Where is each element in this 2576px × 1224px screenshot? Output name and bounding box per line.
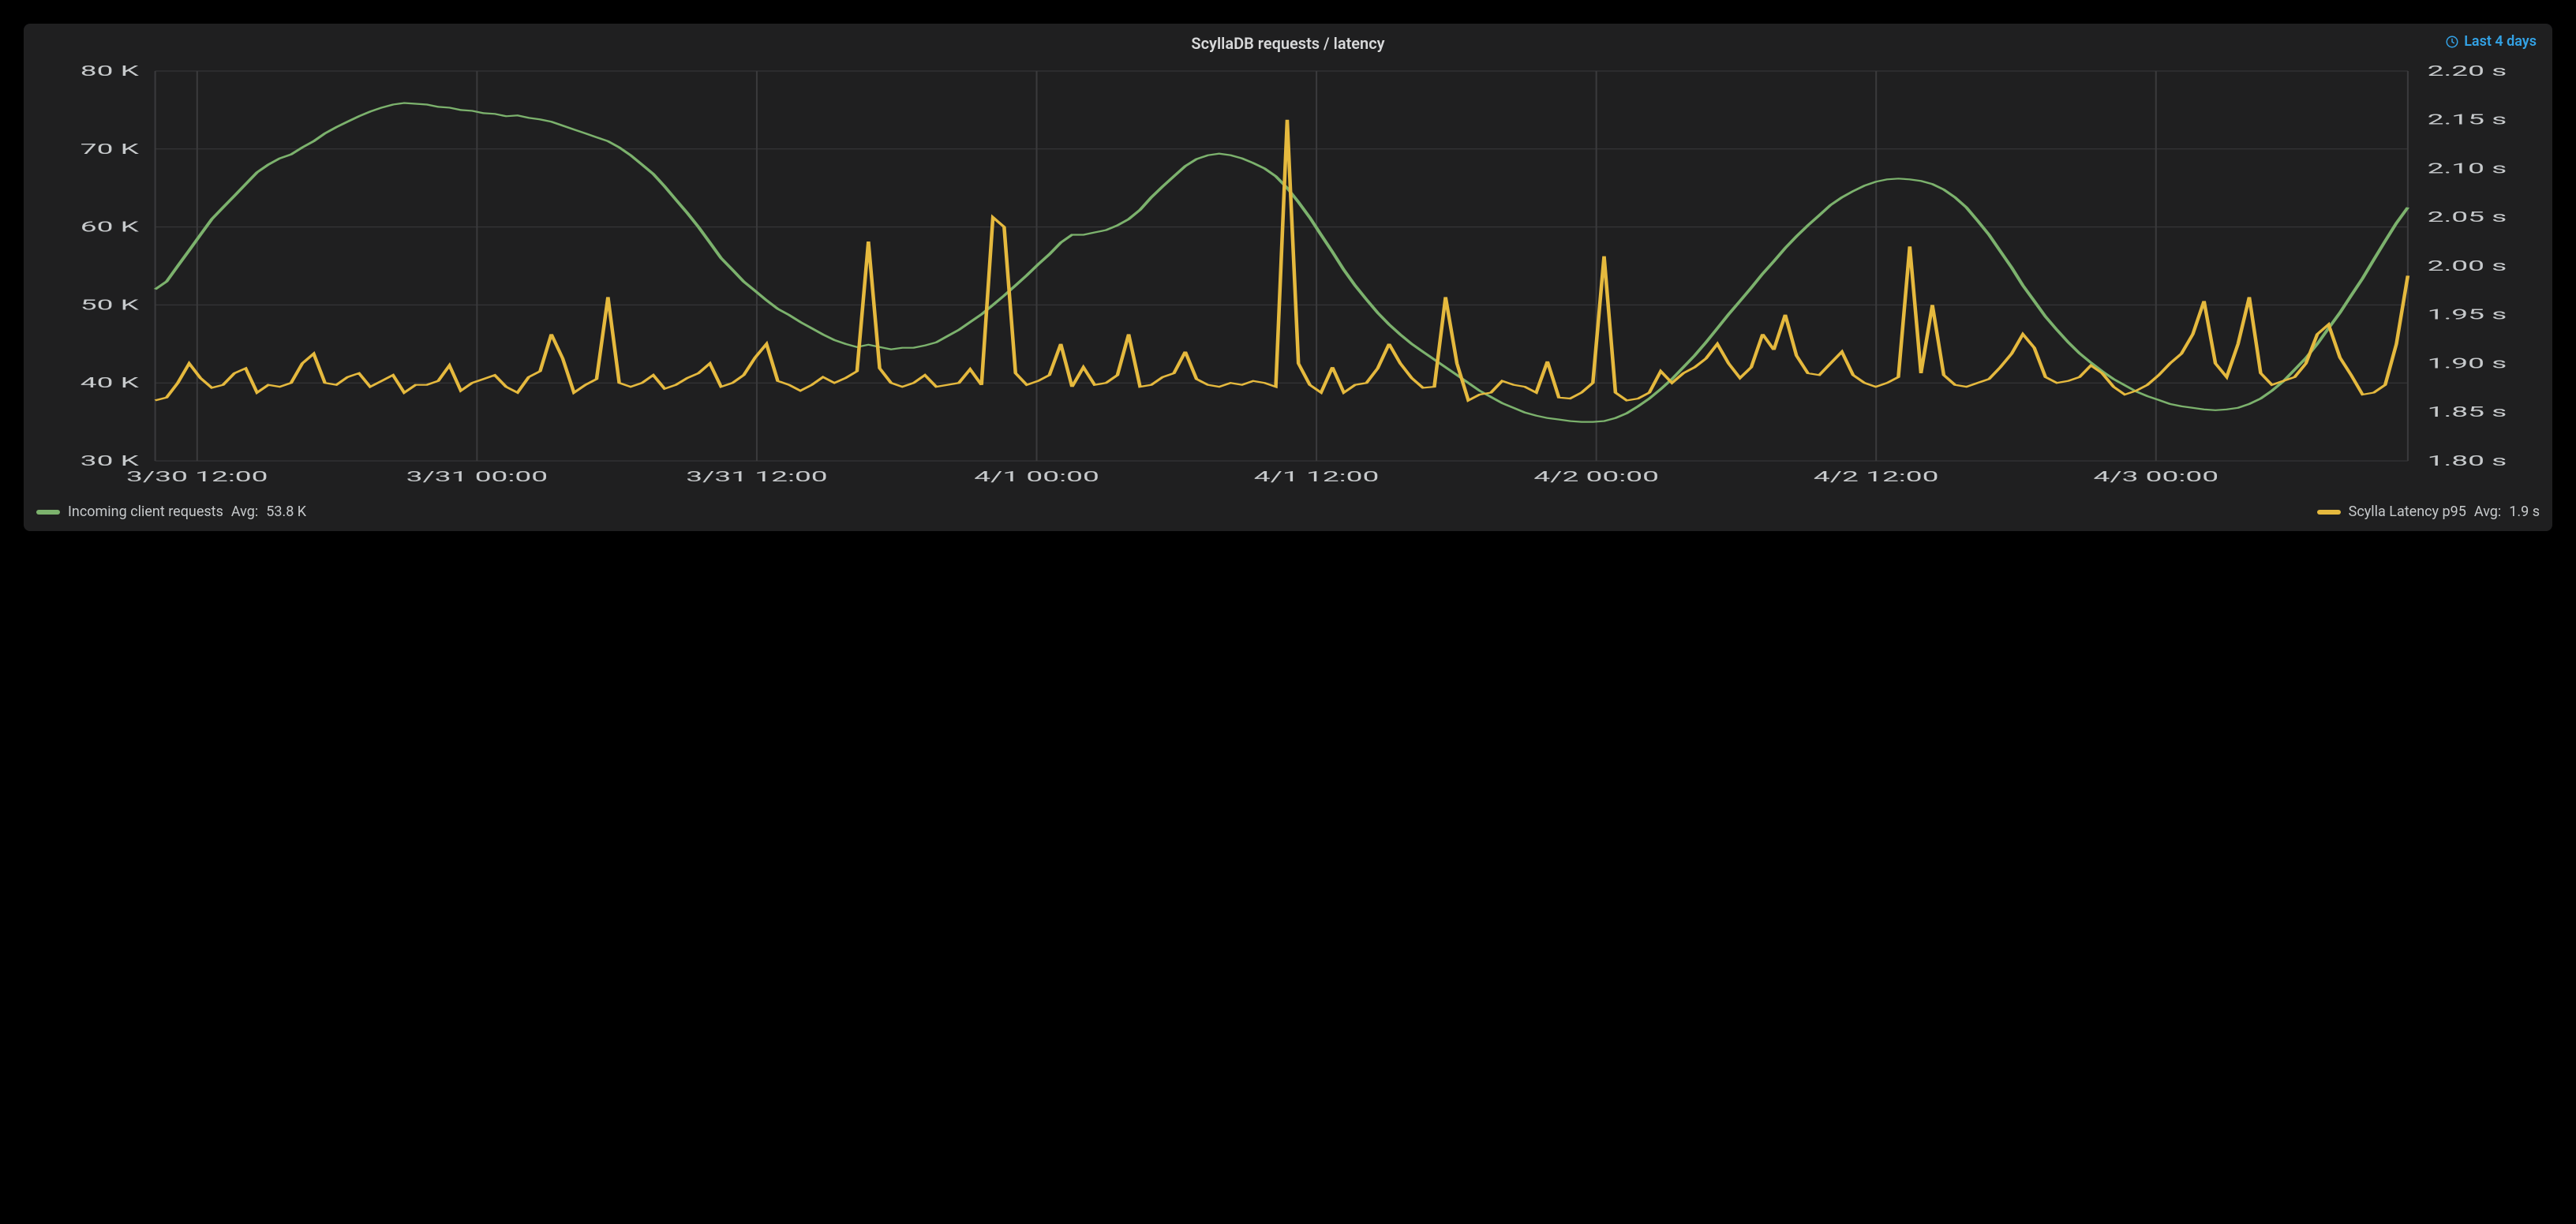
legend-agg-value-latency: 1.9 s	[2509, 503, 2540, 520]
legend-agg-label-latency: Avg:	[2474, 503, 2501, 520]
svg-text:3/30 12:00: 3/30 12:00	[126, 469, 268, 485]
legend-swatch-latency	[2317, 510, 2341, 515]
svg-text:4/2 12:00: 4/2 12:00	[1814, 469, 1939, 485]
svg-text:1.90 s: 1.90 s	[2428, 355, 2507, 372]
legend-agg-label-requests: Avg:	[231, 503, 258, 520]
svg-text:50 K: 50 K	[80, 297, 140, 313]
legend-name-latency: Scylla Latency p95	[2349, 503, 2466, 520]
svg-text:2.10 s: 2.10 s	[2428, 160, 2507, 177]
svg-text:4/3 00:00: 4/3 00:00	[2093, 469, 2218, 485]
svg-text:3/31 00:00: 3/31 00:00	[406, 469, 548, 485]
svg-text:2.20 s: 2.20 s	[2428, 63, 2507, 80]
chart-plot-area[interactable]: 30 K 40 K 50 K 60 K 70 K 80 K 1.80 s 1.85 s 1.90…	[35, 55, 2541, 497]
panel-header: ScyllaDB requests / latency Last 4 days	[35, 32, 2541, 55]
svg-text:3/31 12:00: 3/31 12:00	[686, 469, 827, 485]
svg-text:80 K: 80 K	[80, 63, 140, 80]
svg-text:2.00 s: 2.00 s	[2428, 258, 2507, 275]
panel-title: ScyllaDB requests / latency	[1191, 34, 1384, 53]
svg-text:60 K: 60 K	[80, 219, 140, 236]
legend-agg-value-requests: 53.8 K	[266, 503, 306, 520]
svg-text:2.05 s: 2.05 s	[2428, 209, 2507, 226]
svg-text:1.85 s: 1.85 s	[2428, 404, 2507, 421]
time-range-picker[interactable]: Last 4 days	[2445, 33, 2537, 50]
legend-swatch-requests	[36, 510, 60, 515]
time-range-label: Last 4 days	[2464, 33, 2537, 50]
svg-text:30 K: 30 K	[80, 453, 140, 470]
svg-text:2.15 s: 2.15 s	[2428, 112, 2507, 129]
legend-item-latency[interactable]: Scylla Latency p95 Avg: 1.9 s	[2317, 503, 2540, 520]
legend: Incoming client requests Avg: 53.8 K Scy…	[35, 497, 2541, 523]
legend-item-requests[interactable]: Incoming client requests Avg: 53.8 K	[36, 503, 306, 520]
svg-text:40 K: 40 K	[80, 375, 140, 391]
svg-text:4/1 00:00: 4/1 00:00	[974, 469, 1099, 485]
svg-text:70 K: 70 K	[80, 141, 140, 158]
svg-text:4/2 00:00: 4/2 00:00	[1533, 469, 1659, 485]
svg-text:4/1 12:00: 4/1 12:00	[1254, 469, 1380, 485]
clock-icon	[2445, 35, 2459, 49]
svg-text:1.80 s: 1.80 s	[2428, 453, 2507, 470]
chart-panel: ScyllaDB requests / latency Last 4 days …	[24, 24, 2552, 531]
svg-text:1.95 s: 1.95 s	[2428, 307, 2507, 324]
legend-name-requests: Incoming client requests	[68, 503, 223, 520]
